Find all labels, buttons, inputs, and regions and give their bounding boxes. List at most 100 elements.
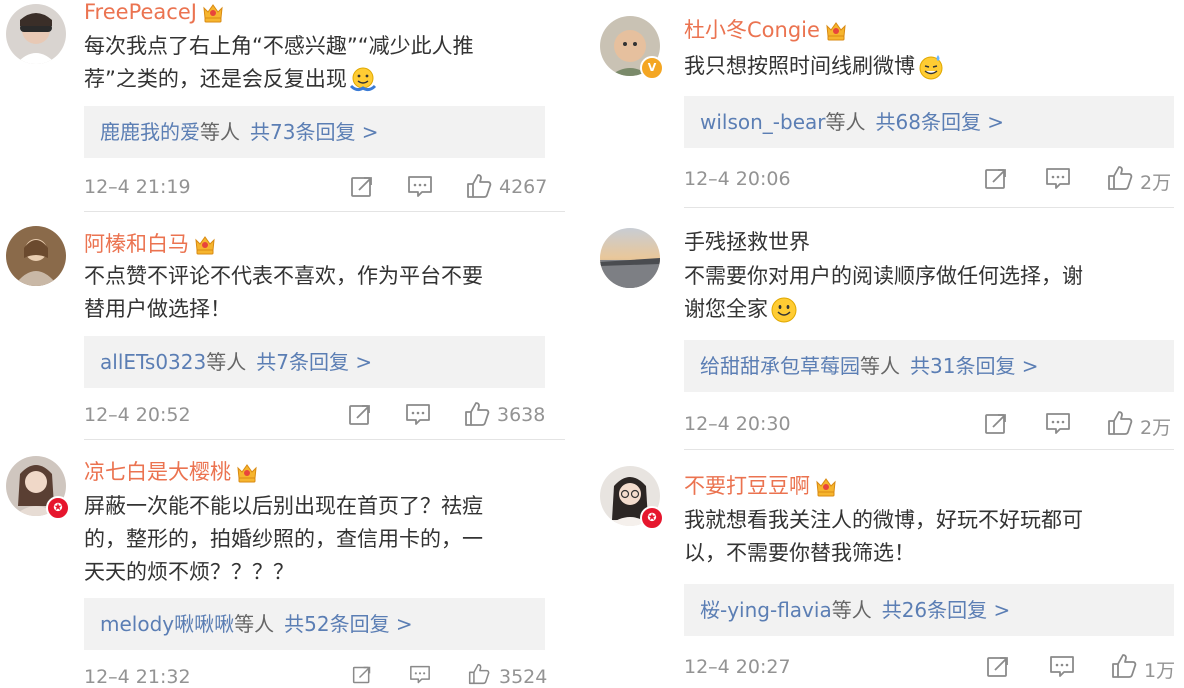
replies-summary[interactable]: 给甜甜承包草莓园等人 共31条回复 > <box>684 340 1174 392</box>
comment-text: 不需要你对用户的阅读顺序做任何选择，谢 谢您全家 <box>684 260 1164 326</box>
share-icon <box>348 403 372 427</box>
comment-button[interactable] <box>407 175 433 199</box>
username[interactable]: FreePeaceJ <box>84 0 225 24</box>
reply-count-link[interactable]: 共68条回复 > <box>876 110 1005 134</box>
comment-icon <box>1049 655 1075 679</box>
reply-suffix: 等人 <box>825 110 866 134</box>
comment-button[interactable] <box>405 403 431 427</box>
like-button[interactable] <box>1107 165 1133 191</box>
like-button[interactable] <box>464 401 490 427</box>
comment-button[interactable] <box>1045 412 1071 436</box>
like-button[interactable] <box>1107 410 1133 436</box>
share-icon <box>350 175 374 199</box>
comment-button[interactable] <box>1049 655 1075 679</box>
reply-suffix: 等人 <box>206 350 247 374</box>
comment-icon <box>405 403 431 427</box>
comment-icon <box>407 175 433 199</box>
avatar[interactable] <box>600 228 660 288</box>
divider <box>84 211 565 212</box>
comment-line: 天天的烦不烦？？？？ <box>84 560 294 584</box>
vip-crown-icon <box>814 476 838 498</box>
comment-time: 12–4 20:30 <box>684 413 791 435</box>
comment-text: 每次我点了右上角“不感兴趣”“减少此人推 荐”之类的，还是会反复出现 <box>84 30 554 96</box>
share-button[interactable] <box>348 403 372 427</box>
reply-count-link[interactable]: 共52条回复 > <box>284 612 413 636</box>
verified-gold-icon: V <box>640 56 664 80</box>
avatar[interactable] <box>6 4 66 64</box>
divider <box>684 207 1174 208</box>
share-button[interactable] <box>350 665 374 685</box>
comment-line: 替用户做选择！ <box>84 297 231 321</box>
comment-line: 荐”之类的，还是会反复出现 <box>84 67 347 91</box>
reply-suffix: 等人 <box>860 354 900 378</box>
replies-summary[interactable]: melody啾啾啾等人 共52条回复 > <box>84 598 545 650</box>
comment-time: 12–4 21:19 <box>84 176 191 198</box>
thumbs-up-icon <box>464 401 490 427</box>
comment-icon <box>1045 412 1071 436</box>
username[interactable]: 阿榛和白马 <box>84 228 217 258</box>
vip-crown-icon <box>201 2 225 24</box>
reply-names[interactable]: allETs0323 <box>84 350 206 374</box>
reply-count-link[interactable]: 共26条回复 > <box>882 598 1011 622</box>
share-icon <box>350 665 374 685</box>
comment-line: 我就想看我关注人的微博，好玩不好玩都可 <box>684 508 1083 532</box>
reply-names[interactable]: 桜-ying-flavia <box>684 598 832 622</box>
reply-names[interactable]: 鹿鹿我的爱 <box>84 120 200 144</box>
username[interactable]: 凉七白是大樱桃 <box>84 456 259 486</box>
replies-summary[interactable]: 鹿鹿我的爱等人 共73条回复 > <box>84 106 545 158</box>
avatar[interactable] <box>6 226 66 286</box>
username[interactable]: 手残拯救世界 <box>684 226 810 256</box>
username[interactable]: 杜小冬Congie <box>684 14 848 44</box>
reply-names[interactable]: wilson_-bear <box>684 110 826 134</box>
comment-time: 12–4 20:27 <box>684 656 791 678</box>
comment-item: ✪ 凉七白是大樱桃 屏蔽一次能不能以后别出现在首页了？祛痘 的，整形的，拍婚纱照… <box>0 448 565 688</box>
reply-suffix: 等人 <box>200 120 240 144</box>
divider <box>84 439 565 440</box>
comment-time: 12–4 20:06 <box>684 168 791 190</box>
thumbs-up-icon <box>466 663 492 685</box>
comment-item: 手残拯救世界 不需要你对用户的阅读顺序做任何选择，谢 谢您全家 给甜甜承包草莓园… <box>600 222 1184 452</box>
comment-item: 阿榛和白马 不点赞不评论不代表不喜欢，作为平台不要 替用户做选择！ allETs… <box>0 222 565 442</box>
comment-icon <box>407 665 433 685</box>
sweat-emoji-icon <box>917 53 945 81</box>
vip-crown-icon <box>193 234 217 256</box>
reply-names[interactable]: 给甜甜承包草莓园 <box>684 354 860 378</box>
share-button[interactable] <box>984 412 1008 436</box>
like-button[interactable] <box>466 663 492 685</box>
like-count: 1万 <box>1144 660 1176 682</box>
comment-line: 的，整形的，拍婚纱照的，查信用卡的，一 <box>84 527 483 551</box>
share-button[interactable] <box>350 175 374 199</box>
verified-red-icon: ✪ <box>640 506 664 530</box>
comment-line: 屏蔽一次能不能以后别出现在首页了？祛痘 <box>84 494 483 518</box>
like-button[interactable] <box>1111 653 1137 679</box>
comment-line: 不需要你对用户的阅读顺序做任何选择，谢 <box>684 264 1083 288</box>
username[interactable]: 不要打豆豆啊 <box>684 470 838 500</box>
share-button[interactable] <box>986 655 1010 679</box>
reply-count-link[interactable]: 共7条回复 > <box>256 350 372 374</box>
comment-button[interactable] <box>407 665 433 685</box>
hug-emoji-icon <box>349 66 377 94</box>
replies-summary[interactable]: wilson_-bear等人 共68条回复 > <box>684 96 1174 148</box>
comment-line: 以，不需要你替我筛选！ <box>684 541 915 565</box>
reply-count-link[interactable]: 共73条回复 > <box>250 120 379 144</box>
share-icon <box>984 412 1008 436</box>
like-count: 4267 <box>499 176 548 198</box>
replies-summary[interactable]: 桜-ying-flavia等人 共26条回复 > <box>684 584 1174 636</box>
like-count: 2万 <box>1140 417 1172 439</box>
thumbs-up-icon <box>1107 410 1133 436</box>
share-icon <box>986 655 1010 679</box>
like-count: 3638 <box>497 404 546 426</box>
comment-text: 屏蔽一次能不能以后别出现在首页了？祛痘 的，整形的，拍婚纱照的，查信用卡的，一 … <box>84 490 554 589</box>
comment-item: V 杜小冬Congie 我只想按照时间线刷微博 wilson_-bear等人 共6… <box>600 0 1184 210</box>
reply-names[interactable]: melody啾啾啾 <box>84 612 234 636</box>
comment-button[interactable] <box>1045 167 1071 191</box>
replies-summary[interactable]: allETs0323等人 共7条回复 > <box>84 336 545 388</box>
comment-line: 不点赞不评论不代表不喜欢，作为平台不要 <box>84 264 483 288</box>
comment-line: 每次我点了右上角“不感兴趣”“减少此人推 <box>84 34 474 58</box>
vip-crown-icon <box>824 20 848 42</box>
share-icon <box>984 167 1008 191</box>
like-button[interactable] <box>466 173 492 199</box>
reply-count-link[interactable]: 共31条回复 > <box>910 354 1039 378</box>
comment-text: 不点赞不评论不代表不喜欢，作为平台不要 替用户做选择！ <box>84 260 554 326</box>
share-button[interactable] <box>984 167 1008 191</box>
